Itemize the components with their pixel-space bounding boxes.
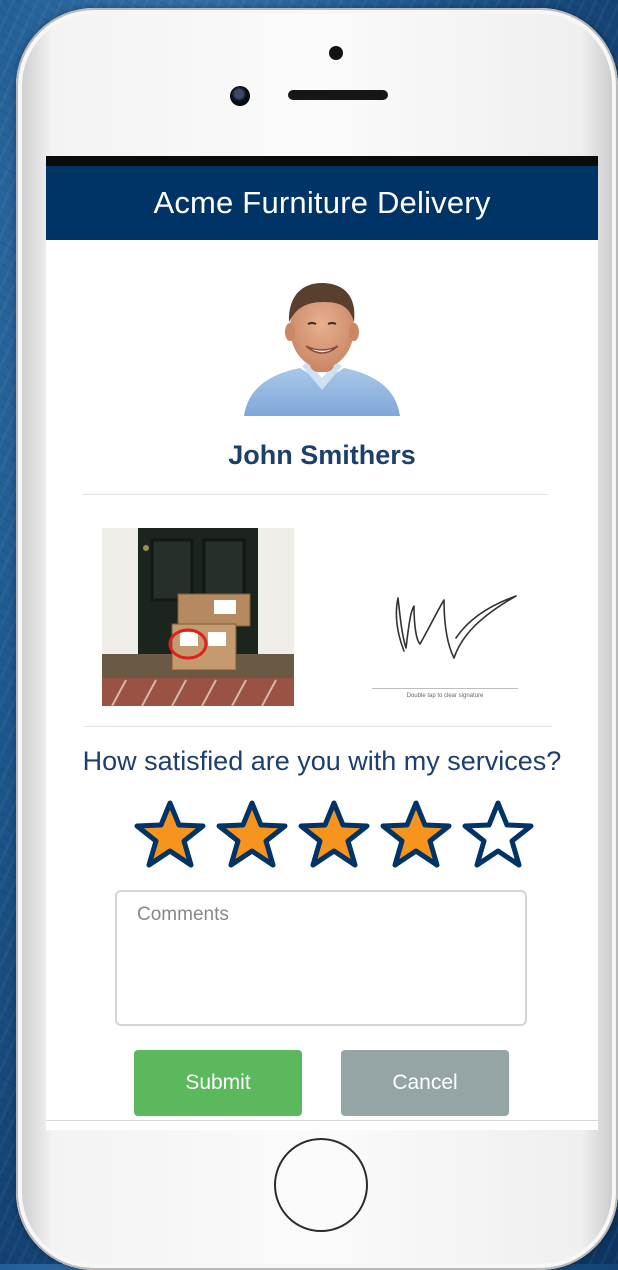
signature-hint: Double tap to clear signature (406, 693, 484, 699)
app-screen: Acme Furniture Delivery John Smithers Do… (46, 156, 598, 1130)
delivery-photo[interactable] (102, 528, 294, 707)
filled-star-icon[interactable] (216, 798, 288, 870)
home-button[interactable] (274, 1138, 368, 1232)
sensor-dot (329, 46, 343, 60)
rating-question: How satisfied are you with my services? (82, 746, 562, 776)
app-header: Acme Furniture Delivery (46, 166, 598, 240)
filled-star-icon[interactable] (134, 798, 206, 870)
person-portrait-icon (244, 282, 400, 416)
driver-name: John Smithers (228, 440, 416, 470)
star-rating[interactable] (134, 798, 534, 870)
comments-field[interactable] (115, 890, 527, 1026)
divider (82, 494, 548, 495)
signature-line (372, 688, 518, 689)
submit-button[interactable]: Submit (134, 1050, 302, 1116)
cancel-button[interactable]: Cancel (341, 1050, 509, 1116)
filled-star-icon[interactable] (380, 798, 452, 870)
signature-icon (395, 595, 517, 659)
divider (84, 726, 552, 727)
screen-bottom-edge (46, 1120, 598, 1121)
package-at-door-icon (102, 528, 294, 707)
signature-pad[interactable]: Double tap to clear signature (364, 576, 544, 699)
earpiece-speaker (288, 90, 388, 100)
driver-avatar (244, 278, 400, 416)
front-camera-icon (230, 86, 250, 106)
filled-star-icon[interactable] (298, 798, 370, 870)
empty-star-icon[interactable] (462, 798, 534, 870)
app-title: Acme Furniture Delivery (153, 185, 491, 220)
